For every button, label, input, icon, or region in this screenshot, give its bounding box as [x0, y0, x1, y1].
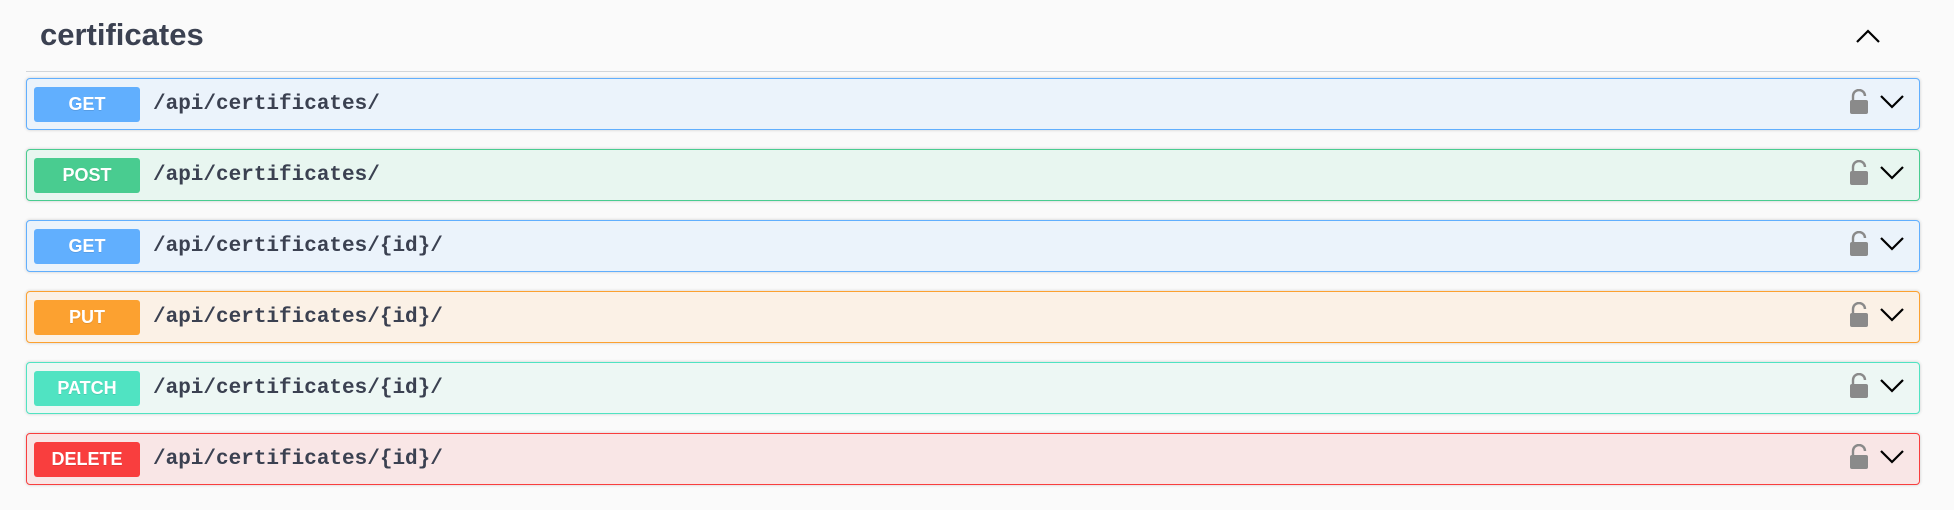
operation-path[interactable]: /api/certificates/: [153, 93, 380, 116]
method-badge: PATCH: [34, 370, 140, 406]
tag-header[interactable]: certificates: [26, 0, 1920, 72]
operation-path[interactable]: /api/certificates/{id}/: [153, 306, 443, 329]
lock-icon[interactable]: [1849, 160, 1869, 186]
chevron-down-icon[interactable]: [1879, 236, 1905, 252]
operation-put-certificate[interactable]: PUT /api/certificates/{id}/: [26, 291, 1920, 343]
operation-controls: [1849, 89, 1905, 115]
lock-icon[interactable]: [1849, 89, 1869, 115]
operation-path[interactable]: /api/certificates/{id}/: [153, 377, 443, 400]
lock-icon[interactable]: [1849, 373, 1869, 399]
collapse-button[interactable]: [1852, 23, 1884, 49]
method-badge: DELETE: [34, 441, 140, 477]
lock-icon[interactable]: [1849, 444, 1869, 470]
operation-controls: [1849, 444, 1905, 470]
chevron-down-icon[interactable]: [1879, 449, 1905, 465]
operation-controls: [1849, 231, 1905, 257]
operation-patch-certificate[interactable]: PATCH /api/certificates/{id}/: [26, 362, 1920, 414]
operation-delete-certificate[interactable]: DELETE /api/certificates/{id}/: [26, 433, 1920, 485]
operation-post-certificates[interactable]: POST /api/certificates/: [26, 149, 1920, 201]
operation-controls: [1849, 160, 1905, 186]
operation-path[interactable]: /api/certificates/: [153, 164, 380, 187]
operations-list: GET /api/certificates/ POST /api/certifi…: [26, 78, 1920, 504]
chevron-up-icon: [1856, 29, 1880, 43]
lock-icon[interactable]: [1849, 231, 1869, 257]
method-badge: PUT: [34, 299, 140, 335]
tag-section-certificates: certificates GET /api/certificates/ POST…: [26, 0, 1920, 485]
lock-icon[interactable]: [1849, 302, 1869, 328]
chevron-down-icon[interactable]: [1879, 378, 1905, 394]
chevron-down-icon[interactable]: [1879, 94, 1905, 110]
operation-get-certificates[interactable]: GET /api/certificates/: [26, 78, 1920, 130]
method-badge: GET: [34, 86, 140, 122]
method-badge: POST: [34, 157, 140, 193]
tag-title[interactable]: certificates: [40, 19, 204, 50]
operation-get-certificate-by-id[interactable]: GET /api/certificates/{id}/: [26, 220, 1920, 272]
chevron-down-icon[interactable]: [1879, 165, 1905, 181]
operation-path[interactable]: /api/certificates/{id}/: [153, 235, 443, 258]
method-badge: GET: [34, 228, 140, 264]
operation-controls: [1849, 373, 1905, 399]
operation-path[interactable]: /api/certificates/{id}/: [153, 448, 443, 471]
chevron-down-icon[interactable]: [1879, 307, 1905, 323]
operation-controls: [1849, 302, 1905, 328]
